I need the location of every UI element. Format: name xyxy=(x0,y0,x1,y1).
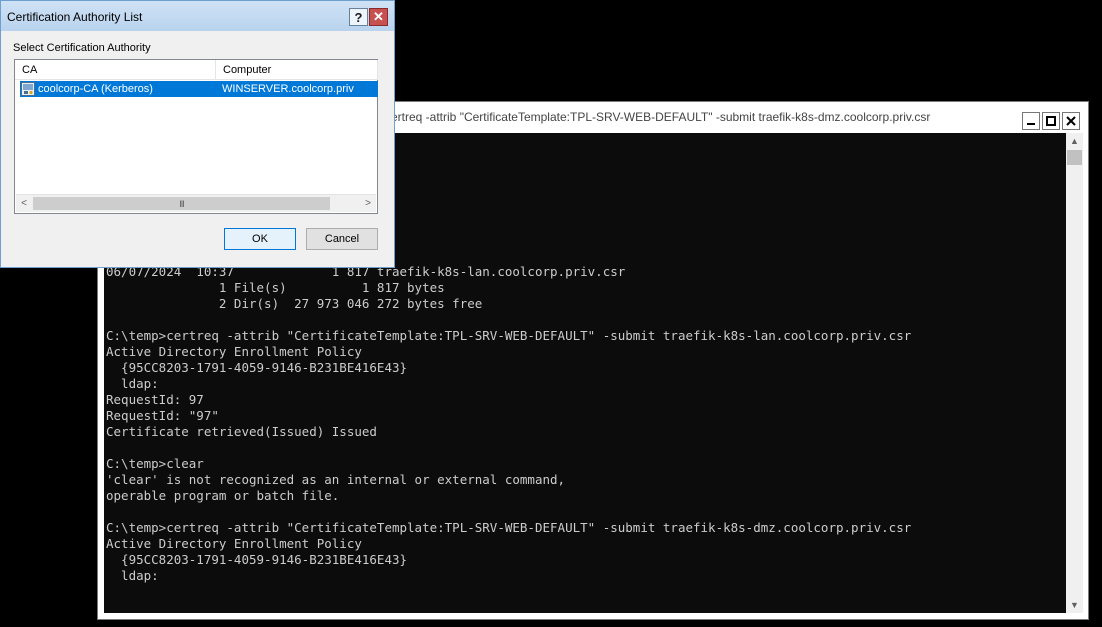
console-line: 1 File(s) 1 817 bytes xyxy=(106,280,445,295)
console-line: Active Directory Enrollment Policy xyxy=(106,536,362,551)
console-title: certreq -attrib "CertificateTemplate:TPL… xyxy=(385,110,931,124)
ca-name: coolcorp-CA (Kerberos) xyxy=(38,83,153,95)
cancel-button[interactable]: Cancel xyxy=(306,228,378,250)
maximize-button[interactable] xyxy=(1042,112,1060,130)
column-header-computer[interactable]: Computer xyxy=(216,60,378,80)
console-line: RequestId: "97" xyxy=(106,408,219,423)
dialog-title: Certification Authority List xyxy=(7,10,143,24)
horizontal-scrollbar[interactable]: < III > xyxy=(16,194,376,212)
scroll-thumb[interactable] xyxy=(1067,150,1082,165)
ca-computer: WINSERVER.coolcorp.priv xyxy=(222,83,354,95)
dialog-content: Select Certification Authority CA Comput… xyxy=(2,31,393,266)
scroll-left-arrow-icon[interactable]: < xyxy=(16,195,32,212)
console-output: 06/07/2024 10:38 <DIR> .. 06/07/2024 10:… xyxy=(106,248,911,584)
ca-list-dialog: Certification Authority List ? ✕ Select … xyxy=(0,0,395,268)
select-ca-label: Select Certification Authority xyxy=(13,42,151,54)
certificate-server-icon xyxy=(21,82,35,96)
console-line: C:\temp>certreq -attrib "CertificateTemp… xyxy=(106,328,912,343)
maximize-icon xyxy=(1046,116,1056,126)
console-scrollbar[interactable]: ▲ ▼ xyxy=(1066,133,1083,613)
ok-button[interactable]: OK xyxy=(224,228,296,250)
minimize-button[interactable] xyxy=(1022,112,1040,130)
console-line: RequestId: 97 xyxy=(106,392,204,407)
column-header-ca[interactable]: CA xyxy=(15,60,216,80)
console-line: ldap: xyxy=(106,376,159,391)
console-line: Active Directory Enrollment Policy xyxy=(106,344,362,359)
console-line: 2 Dir(s) 27 973 046 272 bytes free xyxy=(106,296,483,311)
console-line: {95CC8203-1791-4059-9146-B231BE416E43} xyxy=(106,552,408,567)
scroll-down-arrow-icon[interactable]: ▼ xyxy=(1066,597,1083,613)
ca-list-row[interactable]: coolcorp-CA (Kerberos) WINSERVER.coolcor… xyxy=(20,81,378,97)
ca-list-view[interactable]: CA Computer coolcorp-CA (Kerberos) WINSE… xyxy=(14,59,378,214)
minimize-icon xyxy=(1027,123,1035,125)
console-line: operable program or batch file. xyxy=(106,488,340,503)
console-line: C:\temp>clear xyxy=(106,456,204,471)
scroll-up-arrow-icon[interactable]: ▲ xyxy=(1066,133,1083,149)
horizontal-scroll-thumb[interactable]: III xyxy=(33,197,330,210)
console-line: ldap: xyxy=(106,568,159,583)
console-close-button[interactable] xyxy=(1062,112,1080,130)
console-line: {95CC8203-1791-4059-9146-B231BE416E43} xyxy=(106,360,408,375)
scroll-right-arrow-icon[interactable]: > xyxy=(360,195,376,212)
close-icon xyxy=(1066,116,1076,126)
dialog-titlebar: Certification Authority List ? ✕ xyxy=(1,1,394,31)
console-line: C:\temp>certreq -attrib "CertificateTemp… xyxy=(106,520,912,535)
console-line: 'clear' is not recognized as an internal… xyxy=(106,472,566,487)
help-button[interactable]: ? xyxy=(349,8,368,26)
console-line: Certificate retrieved(Issued) Issued xyxy=(106,424,377,439)
close-button[interactable]: ✕ xyxy=(369,8,388,26)
